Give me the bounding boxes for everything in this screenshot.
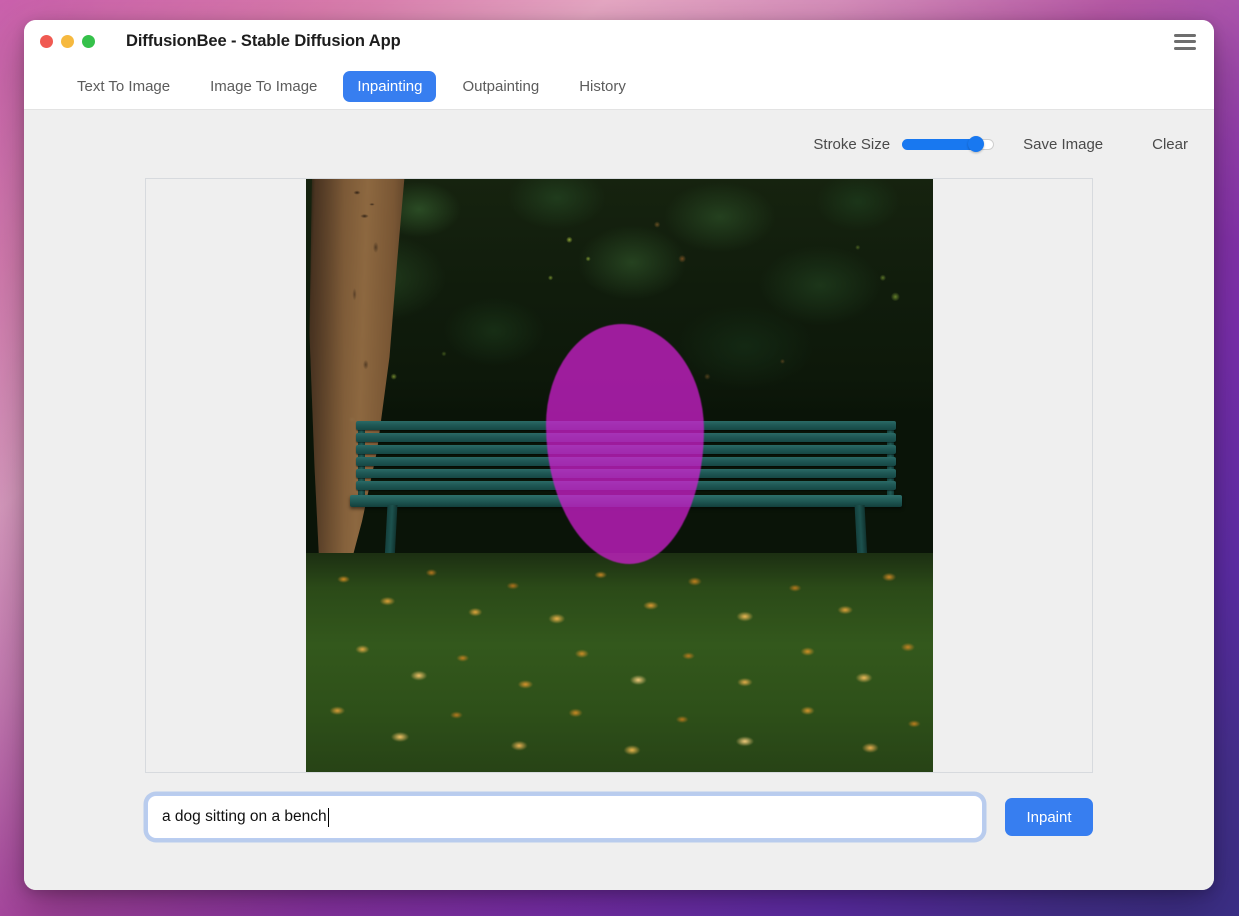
tab-text-to-image[interactable]: Text To Image <box>63 71 184 102</box>
canvas-toolbar: Stroke Size Save Image Clear <box>24 110 1214 178</box>
prompt-value: a dog sitting on a bench <box>162 808 327 826</box>
hamburger-bar <box>1174 47 1196 50</box>
hamburger-menu-icon[interactable] <box>1174 34 1196 50</box>
minimize-button[interactable] <box>61 35 74 48</box>
main-tabbar: Text To Image Image To Image Inpainting … <box>24 63 1214 110</box>
clear-button[interactable]: Clear <box>1152 136 1188 153</box>
slider-fill <box>902 139 976 150</box>
hamburger-bar <box>1174 40 1196 43</box>
slider-thumb[interactable] <box>968 136 984 152</box>
tab-outpainting[interactable]: Outpainting <box>448 71 553 102</box>
tab-inpainting[interactable]: Inpainting <box>343 71 436 102</box>
maximize-button[interactable] <box>82 35 95 48</box>
inpainting-canvas[interactable] <box>145 178 1093 773</box>
window-titlebar: DiffusionBee - Stable Diffusion App <box>24 20 1214 63</box>
tab-image-to-image[interactable]: Image To Image <box>196 71 331 102</box>
app-window: DiffusionBee - Stable Diffusion App Text… <box>24 20 1214 890</box>
stroke-size-slider[interactable] <box>902 137 994 151</box>
inpaint-button[interactable]: Inpaint <box>1005 798 1093 836</box>
inpainting-panel: Stroke Size Save Image Clear <box>24 110 1214 890</box>
close-button[interactable] <box>40 35 53 48</box>
tab-history[interactable]: History <box>565 71 640 102</box>
window-title: DiffusionBee - Stable Diffusion App <box>126 32 401 51</box>
text-caret <box>328 808 329 827</box>
save-image-button[interactable]: Save Image <box>1023 136 1103 153</box>
autumn-leaves <box>306 553 933 772</box>
traffic-lights <box>40 35 95 48</box>
prompt-input[interactable]: a dog sitting on a bench <box>147 795 983 839</box>
stroke-size-label: Stroke Size <box>813 136 890 153</box>
prompt-row: a dog sitting on a bench Inpaint <box>145 773 1093 839</box>
hamburger-bar <box>1174 34 1196 37</box>
source-image[interactable] <box>306 179 933 772</box>
